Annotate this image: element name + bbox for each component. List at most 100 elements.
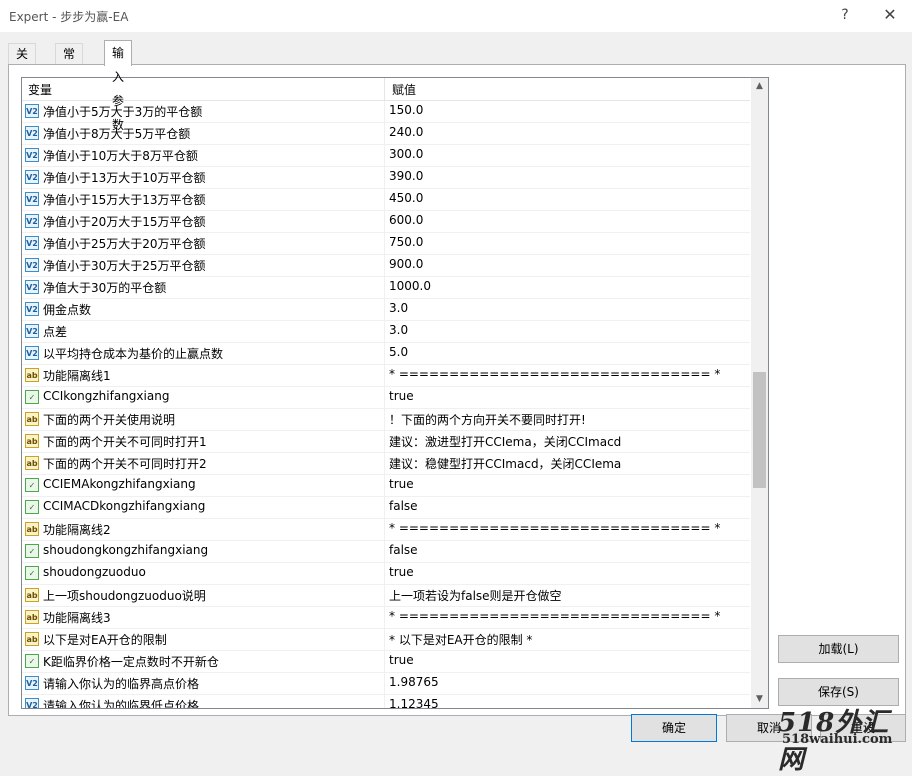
row-value[interactable]: 1.98765	[389, 675, 439, 689]
table-row[interactable]: V2 净值小于13万大于10万平仓额 390.0	[22, 167, 750, 189]
numeric-icon: V2	[25, 126, 39, 140]
table-row[interactable]: V2 净值大于30万的平仓额 1000.0	[22, 277, 750, 299]
table-row[interactable]: V2 以平均持仓成本为基价的止赢点数 5.0	[22, 343, 750, 365]
table-row[interactable]: V2 净值小于25万大于20万平仓额 750.0	[22, 233, 750, 255]
table-row[interactable]: V2净值小于8万大于5万平仓额240.0	[22, 123, 750, 145]
row-name: 净值小于20万大于15万平仓额	[43, 215, 206, 229]
table-row[interactable]: ab 上一项shoudongzuoduo说明 上一项若设为false则是开仓做空	[22, 585, 750, 607]
row-value[interactable]: 450.0	[389, 191, 423, 205]
row-name: 净值小于15万大于13万平仓额	[43, 193, 206, 207]
row-name: 净值大于30万的平仓额	[43, 281, 167, 295]
parameters-grid: 变量 赋值 V2净值小于5万大于3万的平仓额150.0V2净值小于8万大于5万平…	[21, 77, 769, 709]
row-name: 请输入你认为的临界低点价格	[43, 699, 200, 709]
row-value[interactable]: 建议：稳健型打开CCImacd，关闭CCIema	[389, 455, 621, 472]
row-value[interactable]: * =============================== *	[389, 367, 720, 381]
table-row[interactable]: V2 点差 3.0	[22, 321, 750, 343]
row-value[interactable]: 建议：激进型打开CCIema，关闭CCImacd	[389, 433, 621, 450]
ok-button[interactable]: 确定	[631, 714, 717, 742]
row-value[interactable]: 3.0	[389, 301, 408, 315]
row-name: CCIEMAkongzhifangxiang	[43, 477, 196, 491]
table-row[interactable]: ✓ CCIkongzhifangxiang true	[22, 387, 750, 409]
text-icon: ab	[25, 412, 39, 426]
table-row[interactable]: V2 请输入你认为的临界低点价格 1.12345	[22, 695, 750, 709]
table-row[interactable]: ab 功能隔离线1 * ==============================…	[22, 365, 750, 387]
numeric-icon: V2	[25, 104, 39, 118]
row-value[interactable]: ！下面的两个方向开关不要同时打开!	[389, 411, 586, 428]
save-button[interactable]: 保存(S)	[778, 678, 899, 706]
row-name: 请输入你认为的临界高点价格	[43, 677, 200, 691]
row-value[interactable]: 240.0	[389, 125, 423, 139]
numeric-icon: V2	[25, 192, 39, 206]
numeric-icon: V2	[25, 214, 39, 228]
row-value[interactable]: true	[389, 565, 414, 579]
table-row[interactable]: ab 下面的两个开关不可同时打开2 建议：稳健型打开CCImacd，关闭CCIema	[22, 453, 750, 475]
row-name: 功能隔离线3	[43, 611, 111, 625]
row-value[interactable]: 5.0	[389, 345, 408, 359]
row-value[interactable]: true	[389, 653, 414, 667]
row-value[interactable]: true	[389, 389, 414, 403]
row-name: 下面的两个开关不可同时打开1	[43, 435, 207, 449]
close-icon[interactable]: ✕	[875, 4, 905, 26]
row-value[interactable]: 150.0	[389, 103, 423, 117]
row-value[interactable]: 600.0	[389, 213, 423, 227]
row-value[interactable]: 1.12345	[389, 697, 439, 708]
table-row[interactable]: V2 净值小于20万大于15万平仓额 600.0	[22, 211, 750, 233]
bool-icon: ✓	[25, 500, 39, 514]
window-title: Expert - 步步为赢-EA	[9, 10, 129, 24]
row-value[interactable]: * 以下是对EA开仓的限制 *	[389, 631, 532, 648]
scrollbar-thumb[interactable]	[753, 372, 766, 488]
row-value[interactable]: true	[389, 477, 414, 491]
vertical-scrollbar[interactable]: ▲ ▼	[751, 78, 768, 708]
help-icon[interactable]: ?	[830, 4, 860, 26]
table-row[interactable]: V2 净值小于30万大于25万平仓额 900.0	[22, 255, 750, 277]
table-row[interactable]: ✓ CCIEMAkongzhifangxiang true	[22, 475, 750, 497]
row-value[interactable]: false	[389, 543, 418, 557]
row-name: 以平均持仓成本为基价的止赢点数	[43, 347, 224, 361]
bool-icon: ✓	[25, 654, 39, 668]
text-icon: ab	[25, 632, 39, 646]
scroll-up-icon[interactable]: ▲	[751, 78, 768, 95]
row-value[interactable]: 1000.0	[389, 279, 431, 293]
table-row[interactable]: V2 净值小于10万大于8万平仓额 300.0	[22, 145, 750, 167]
header-value[interactable]: 赋值	[392, 81, 416, 98]
text-icon: ab	[25, 522, 39, 536]
table-row[interactable]: ✓ shoudongkongzhifangxiang false	[22, 541, 750, 563]
row-value[interactable]: * =============================== *	[389, 521, 720, 535]
tab-panel: 变量 赋值 V2净值小于5万大于3万的平仓额150.0V2净值小于8万大于5万平…	[8, 64, 906, 716]
table-row[interactable]: ab 下面的两个开关不可同时打开1 建议：激进型打开CCIema，关闭CCImacd	[22, 431, 750, 453]
tab-common[interactable]: 常用	[55, 43, 84, 82]
table-row[interactable]: V2 请输入你认为的临界高点价格 1.98765	[22, 673, 750, 695]
numeric-icon: V2	[25, 170, 39, 184]
tab-inputs[interactable]: 输入参数	[104, 40, 133, 132]
table-row[interactable]: ab 以下是对EA开仓的限制 * 以下是对EA开仓的限制 *	[22, 629, 750, 651]
table-row[interactable]: ✓ shoudongzuoduo true	[22, 563, 750, 585]
cancel-button[interactable]: 取消	[726, 714, 812, 742]
load-button[interactable]: 加载(L)	[778, 635, 899, 663]
row-name: CCIMACDkongzhifangxiang	[43, 499, 206, 513]
table-row[interactable]: V2 净值小于15万大于13万平仓额 450.0	[22, 189, 750, 211]
table-row[interactable]: ab 功能隔离线2 * ==============================…	[22, 519, 750, 541]
tab-about[interactable]: 关于	[8, 43, 37, 82]
header-variable[interactable]: 变量	[28, 81, 52, 98]
bool-icon: ✓	[25, 566, 39, 580]
table-row[interactable]: ab 功能隔离线3 * ==============================…	[22, 607, 750, 629]
bool-icon: ✓	[25, 544, 39, 558]
row-value[interactable]: false	[389, 499, 418, 513]
scroll-down-icon[interactable]: ▼	[751, 691, 768, 708]
row-value[interactable]: * =============================== *	[389, 609, 720, 623]
table-row[interactable]: V2净值小于5万大于3万的平仓额150.0	[22, 101, 750, 123]
reset-button[interactable]: 重设	[820, 714, 906, 742]
row-value[interactable]: 390.0	[389, 169, 423, 183]
row-value[interactable]: 900.0	[389, 257, 423, 271]
table-row[interactable]: ✓ CCIMACDkongzhifangxiang false	[22, 497, 750, 519]
table-row[interactable]: V2 佣金点数 3.0	[22, 299, 750, 321]
row-value[interactable]: 上一项若设为false则是开仓做空	[389, 587, 562, 604]
numeric-icon: V2	[25, 236, 39, 250]
table-row[interactable]: ✓ K距临界价格一定点数时不开新仓 true	[22, 651, 750, 673]
row-value[interactable]: 300.0	[389, 147, 423, 161]
text-icon: ab	[25, 456, 39, 470]
row-value[interactable]: 750.0	[389, 235, 423, 249]
table-row[interactable]: ab 下面的两个开关使用说明 ！下面的两个方向开关不要同时打开!	[22, 409, 750, 431]
row-value[interactable]: 3.0	[389, 323, 408, 337]
text-icon: ab	[25, 588, 39, 602]
